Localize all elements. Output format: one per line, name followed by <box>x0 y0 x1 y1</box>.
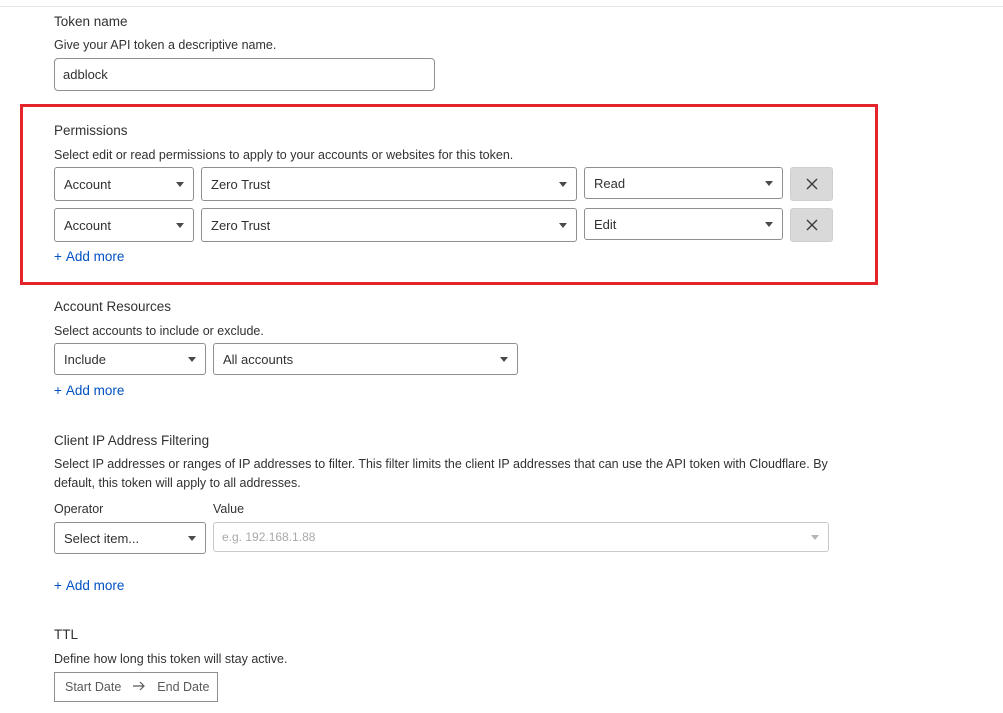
ttl-heading: TTL <box>54 627 79 642</box>
permission-resource-value: Zero Trust <box>211 217 271 233</box>
remove-permission-button[interactable] <box>790 208 833 242</box>
chevron-down-icon <box>176 223 184 228</box>
account-include-select[interactable]: Include <box>54 343 206 375</box>
start-date-input[interactable]: Start Date <box>65 680 121 694</box>
ip-value-placeholder: e.g. 192.168.1.88 <box>222 530 316 544</box>
add-more-label: Add more <box>65 249 125 264</box>
chevron-down-icon <box>500 357 508 362</box>
permission-scope-value: Account <box>64 217 111 233</box>
account-include-value: Include <box>64 351 106 367</box>
ttl-date-range-picker[interactable]: Start Date End Date <box>54 672 218 702</box>
permission-access-value: Read <box>594 175 626 191</box>
close-icon <box>806 219 817 231</box>
token-name-heading: Token name <box>54 14 128 29</box>
permission-resource-value: Zero Trust <box>211 176 271 192</box>
plus-icon: + <box>54 578 62 593</box>
ip-value-select[interactable]: e.g. 192.168.1.88 <box>213 522 829 552</box>
arrow-right-icon <box>132 680 146 694</box>
add-more-label: Add more <box>65 383 125 398</box>
operator-select[interactable]: Select item... <box>54 522 206 554</box>
chevron-down-icon <box>559 223 567 228</box>
account-select[interactable]: All accounts <box>213 343 518 375</box>
token-name-description: Give your API token a descriptive name. <box>54 38 277 52</box>
permission-resource-select[interactable]: Zero Trust <box>201 208 577 242</box>
ip-filtering-heading: Client IP Address Filtering <box>54 433 210 448</box>
ttl-description: Define how long this token will stay act… <box>54 652 288 666</box>
chevron-down-icon <box>765 181 773 186</box>
close-icon <box>806 178 817 190</box>
ip-filtering-description: Select IP addresses or ranges of IP addr… <box>54 457 828 490</box>
chevron-down-icon <box>559 182 567 187</box>
permissions-heading: Permissions <box>54 123 128 138</box>
account-select-value: All accounts <box>223 351 294 367</box>
operator-select-value: Select item... <box>64 530 140 546</box>
api-token-form: Token name Give your API token a descrip… <box>0 0 1003 713</box>
chevron-down-icon <box>765 222 773 227</box>
token-name-input[interactable]: adblock <box>54 58 435 91</box>
end-date-input[interactable]: End Date <box>157 680 209 694</box>
value-label: Value <box>213 502 245 516</box>
divider <box>0 6 1003 7</box>
permission-scope-value: Account <box>64 176 111 192</box>
chevron-down-icon <box>811 535 819 540</box>
permission-scope-select[interactable]: Account <box>54 208 194 242</box>
permission-scope-select[interactable]: Account <box>54 167 194 201</box>
add-more-label: Add more <box>65 578 125 593</box>
plus-icon: + <box>54 249 62 264</box>
chevron-down-icon <box>188 536 196 541</box>
permission-access-value: Edit <box>594 216 617 232</box>
operator-label: Operator <box>54 502 104 516</box>
ip-filtering-add-more-link[interactable]: + Add more <box>54 578 124 593</box>
chevron-down-icon <box>188 357 196 362</box>
plus-icon: + <box>54 383 62 398</box>
remove-permission-button[interactable] <box>790 167 833 201</box>
account-resources-heading: Account Resources <box>54 299 172 314</box>
permission-access-select[interactable]: Read <box>584 167 783 199</box>
account-resources-description: Select accounts to include or exclude. <box>54 324 264 338</box>
permissions-add-more-link[interactable]: + Add more <box>54 249 124 264</box>
permission-access-select[interactable]: Edit <box>584 208 783 240</box>
chevron-down-icon <box>176 182 184 187</box>
permissions-description: Select edit or read permissions to apply… <box>54 148 514 162</box>
permission-resource-select[interactable]: Zero Trust <box>201 167 577 201</box>
token-name-value: adblock <box>63 67 108 82</box>
account-resources-add-more-link[interactable]: + Add more <box>54 383 124 398</box>
